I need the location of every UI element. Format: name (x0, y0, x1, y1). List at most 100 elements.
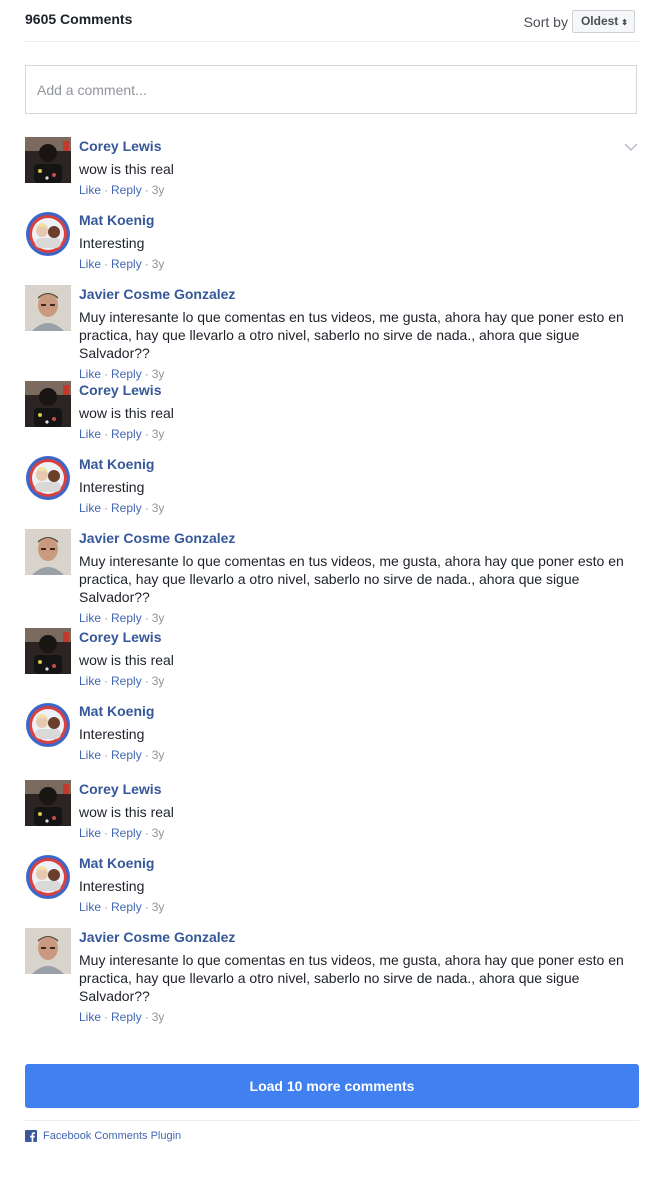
comment-time: 3y (151, 611, 165, 625)
comment-time: 3y (151, 183, 165, 197)
separator: · (144, 367, 149, 381)
like-link[interactable]: Like (79, 826, 101, 840)
separator: · (144, 257, 149, 271)
reply-link[interactable]: Reply (111, 257, 142, 271)
comment-body: Mat Koenig Interesting Like · Reply · 3y (79, 211, 639, 272)
comment-text: Muy interesante lo que comentas en tus v… (79, 952, 624, 1004)
sort-value: Oldest (580, 14, 619, 28)
separator: · (144, 611, 149, 625)
sort-select[interactable]: Oldest ⬍ (571, 10, 635, 33)
plugin-footer: Facebook Comments Plugin (25, 1120, 639, 1142)
comment-body: Javier Cosme Gonzalez Muy interesante lo … (79, 928, 639, 1025)
comment-text: Interesting (79, 235, 145, 251)
comment-body: Mat Koenig Interesting Like · Reply · 3y (79, 455, 639, 516)
comment-time: 3y (151, 826, 165, 840)
avatar[interactable] (25, 780, 71, 826)
avatar[interactable] (25, 211, 71, 257)
comment-actions: Like · Reply · 3y (79, 1010, 639, 1025)
load-more-button[interactable]: Load 10 more comments (25, 1064, 639, 1108)
avatar[interactable] (25, 928, 71, 974)
reply-link[interactable]: Reply (111, 183, 142, 197)
comment-time: 3y (151, 674, 165, 688)
separator: · (104, 1010, 109, 1024)
like-link[interactable]: Like (79, 367, 101, 381)
separator: · (104, 611, 109, 625)
avatar[interactable] (25, 529, 71, 575)
comment-author[interactable]: Mat Koenig (79, 455, 639, 473)
reply-link[interactable]: Reply (111, 900, 142, 914)
like-link[interactable]: Like (79, 257, 101, 271)
like-link[interactable]: Like (79, 183, 101, 197)
plugin-link[interactable]: Facebook Comments Plugin (43, 1130, 181, 1142)
sort-control: Sort by Oldest ⬍ (524, 10, 635, 33)
comment-author[interactable]: Javier Cosme Gonzalez (79, 928, 639, 946)
comment-author[interactable]: Javier Cosme Gonzalez (79, 529, 639, 547)
comment-text: wow is this real (79, 161, 174, 177)
like-link[interactable]: Like (79, 501, 101, 515)
comment-actions: Like · Reply · 3y (79, 183, 639, 198)
like-link[interactable]: Like (79, 900, 101, 914)
comment-actions: Like · Reply · 3y (79, 674, 639, 689)
separator: · (104, 257, 109, 271)
separator: · (144, 501, 149, 515)
comment-text: Muy interesante lo que comentas en tus v… (79, 553, 624, 605)
comment-author[interactable]: Mat Koenig (79, 211, 639, 229)
comment-actions: Like · Reply · 3y (79, 900, 639, 915)
separator: · (104, 367, 109, 381)
separator: · (144, 900, 149, 914)
reply-link[interactable]: Reply (111, 1010, 142, 1024)
comment-body: Javier Cosme Gonzalez Muy interesante lo … (79, 529, 639, 626)
comments-plugin: 9605 Comments Sort by Oldest⬍ Corey Lewi… (25, 0, 639, 1142)
avatar[interactable] (25, 628, 71, 674)
comment-body: Mat Koenig Interesting Like · Reply · 3y (79, 702, 639, 763)
comment-time: 3y (151, 501, 165, 515)
avatar[interactable] (25, 381, 71, 427)
avatar[interactable] (25, 854, 71, 900)
reply-link[interactable]: Reply (111, 367, 142, 381)
sort-arrows-icon: ⬍ (621, 18, 628, 27)
separator: · (144, 427, 149, 441)
comment-text: Muy interesante lo que comentas en tus v… (79, 309, 624, 361)
reply-link[interactable]: Reply (111, 427, 142, 441)
comment-author[interactable]: Javier Cosme Gonzalez (79, 285, 639, 303)
like-link[interactable]: Like (79, 427, 101, 441)
comment-actions: Like · Reply · 3y (79, 501, 639, 516)
comment-author[interactable]: Corey Lewis (79, 137, 639, 155)
avatar[interactable] (25, 455, 71, 501)
like-link[interactable]: Like (79, 1010, 101, 1024)
like-link[interactable]: Like (79, 611, 101, 625)
comment-actions: Like · Reply · 3y (79, 367, 639, 382)
comment-author[interactable]: Corey Lewis (79, 381, 639, 399)
comment-actions: Like · Reply · 3y (79, 826, 639, 841)
comment-actions: Like · Reply · 3y (79, 611, 639, 626)
separator: · (144, 748, 149, 762)
separator: · (104, 674, 109, 688)
like-link[interactable]: Like (79, 748, 101, 762)
comment-time: 3y (151, 367, 165, 381)
separator: · (144, 826, 149, 840)
avatar[interactable] (25, 137, 71, 183)
avatar[interactable] (25, 702, 71, 748)
comment-author[interactable]: Mat Koenig (79, 854, 639, 872)
comment-author[interactable]: Corey Lewis (79, 780, 639, 798)
reply-link[interactable]: Reply (111, 501, 142, 515)
comment-actions: Like · Reply · 3y (79, 257, 639, 272)
comment-author[interactable]: Corey Lewis (79, 628, 639, 646)
chevron-down-icon[interactable] (623, 139, 639, 155)
add-comment-input[interactable] (26, 66, 636, 113)
separator: · (104, 427, 109, 441)
comment-body: Mat Koenig Interesting Like · Reply · 3y (79, 854, 639, 915)
comment-time: 3y (151, 257, 165, 271)
comment-author[interactable]: Mat Koenig (79, 702, 639, 720)
reply-link[interactable]: Reply (111, 748, 142, 762)
reply-link[interactable]: Reply (111, 611, 142, 625)
separator: · (104, 748, 109, 762)
avatar[interactable] (25, 285, 71, 331)
comment-body: Corey Lewis wow is this real Like · Reply · 3y (79, 137, 639, 198)
reply-link[interactable]: Reply (111, 674, 142, 688)
comment-composer[interactable] (25, 65, 637, 114)
facebook-icon (25, 1130, 37, 1142)
reply-link[interactable]: Reply (111, 826, 142, 840)
like-link[interactable]: Like (79, 674, 101, 688)
comment-time: 3y (151, 748, 165, 762)
